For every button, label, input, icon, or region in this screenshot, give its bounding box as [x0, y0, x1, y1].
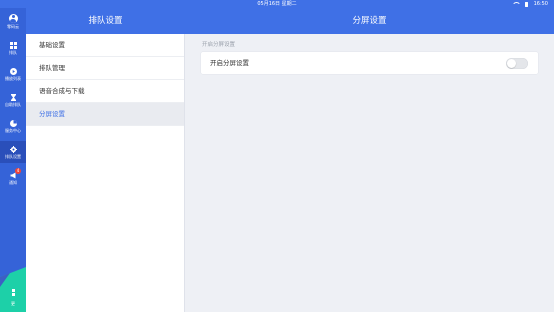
- rail-item-label: 自助排队: [5, 101, 21, 107]
- pie-chart-icon: [9, 119, 17, 127]
- split-screen-setting-row: 开启分屏设置: [201, 52, 538, 74]
- wifi-icon: [511, 1, 521, 7]
- rail-item-playlist[interactable]: 播放列表: [0, 63, 26, 85]
- setting-label: 开启分屏设置: [210, 59, 249, 67]
- hourglass-icon: [10, 93, 17, 101]
- rail-item-notifications[interactable]: 4 通知: [0, 167, 26, 189]
- grid-icon: [9, 41, 17, 49]
- battery-icon: [524, 1, 528, 7]
- page-title: 分屏设置: [185, 8, 554, 34]
- rail-item-service-center[interactable]: 服务中心: [0, 115, 26, 137]
- rail-item-label: 排队设置: [5, 153, 21, 159]
- rail-item-label: 通知: [9, 179, 17, 185]
- rail-item-queue[interactable]: 排队: [0, 37, 26, 59]
- status-date: 05月16日 星期二: [257, 1, 297, 7]
- avatar-icon: [8, 13, 18, 23]
- settings-menu: 基础设置 排队管理 语音合成与下载 分屏设置: [26, 34, 185, 312]
- toggle-knob: [507, 58, 516, 68]
- split-screen-toggle[interactable]: [506, 57, 528, 69]
- rail-item-label: 服务中心: [5, 127, 21, 133]
- menu-item-basic-settings[interactable]: 基础设置: [26, 34, 184, 57]
- rail-item-label: 更: [11, 301, 15, 306]
- settings-panel-header: 排队设置: [26, 8, 185, 34]
- rail-item-account[interactable]: 零码云: [0, 10, 26, 32]
- main-content: 开启分屏设置 开启分屏设置: [186, 34, 554, 312]
- status-time: 16:50: [533, 1, 548, 7]
- rail-item-more[interactable]: 更: [0, 281, 26, 306]
- rail-item-label: 播放列表: [5, 75, 21, 81]
- nav-rail: 零码云 排队 播放列表 自助排队 服务中心 排队设置 4 通知 更: [0, 8, 26, 312]
- rail-item-queue-settings[interactable]: 排队设置: [0, 141, 26, 163]
- menu-item-voice-synthesis[interactable]: 语音合成与下载: [26, 80, 184, 103]
- gear-icon: [9, 145, 17, 153]
- status-right: 16:50: [511, 0, 548, 8]
- more-icon: [10, 281, 17, 300]
- rail-item-label: 零码云: [7, 23, 19, 29]
- menu-item-queue-management[interactable]: 排队管理: [26, 57, 184, 80]
- section-title: 开启分屏设置: [202, 42, 236, 48]
- rail-item-label: 排队: [9, 49, 17, 55]
- status-bar: 05月16日 星期二 16:50: [0, 0, 554, 8]
- rail-item-self-queue[interactable]: 自助排队: [0, 89, 26, 111]
- notification-badge: 4: [15, 168, 21, 174]
- menu-item-split-screen[interactable]: 分屏设置: [26, 103, 184, 126]
- play-icon: [9, 67, 17, 75]
